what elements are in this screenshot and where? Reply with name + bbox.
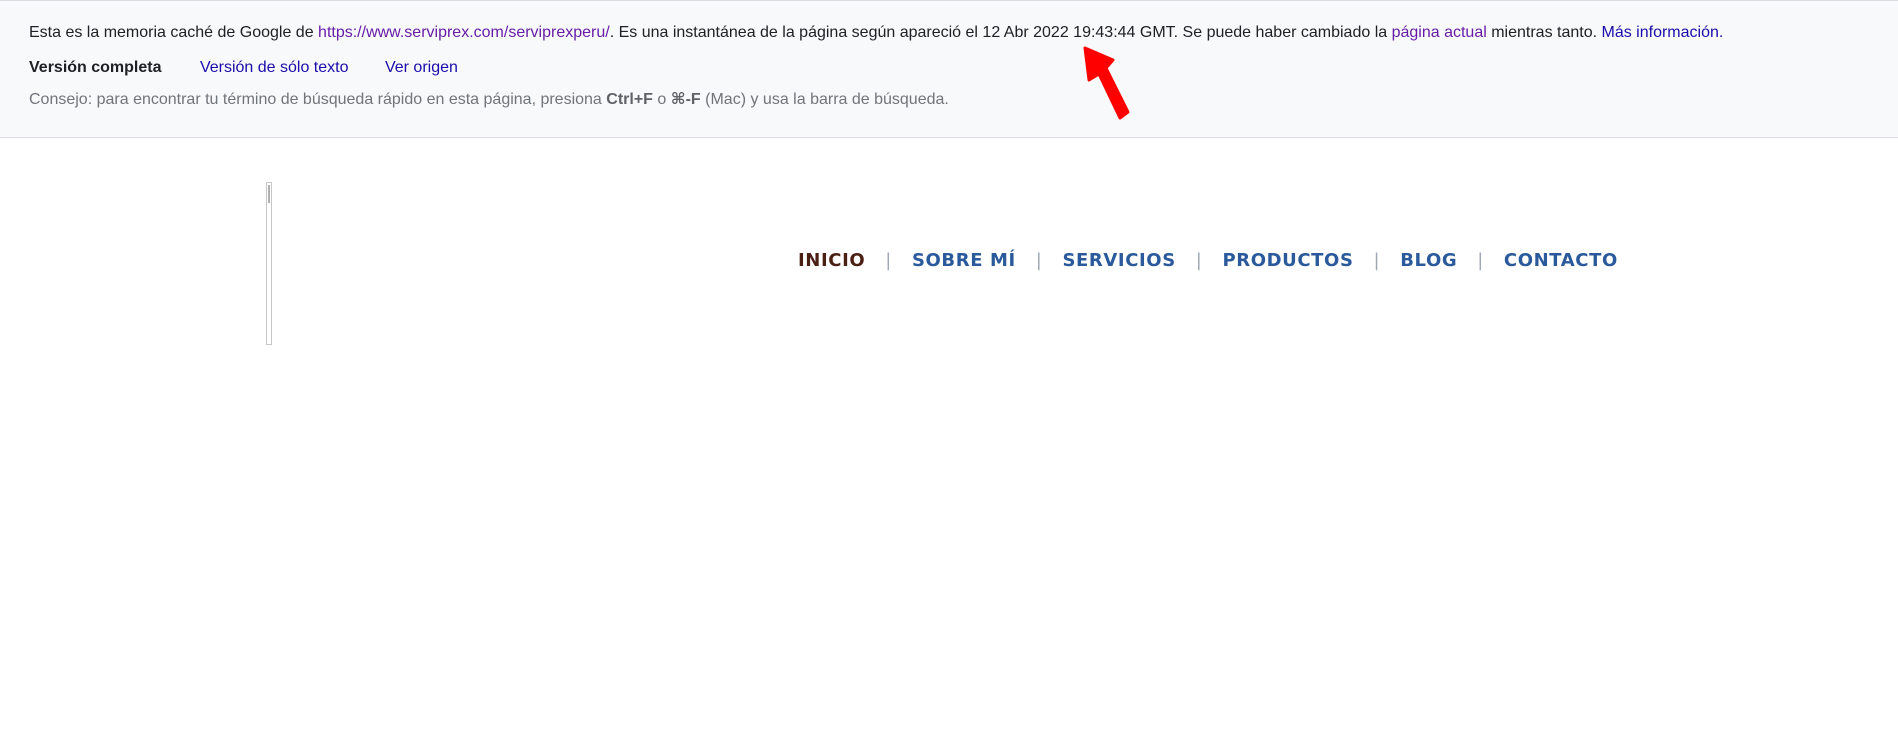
view-source-link[interactable]: Ver origen (385, 59, 458, 77)
version-options: Versión completa Versión de sólo texto V… (29, 59, 490, 77)
nav-contacto[interactable]: CONTACTO (1504, 250, 1618, 271)
nav-separator: | (1035, 250, 1043, 271)
tip-suffix: (Mac) y usa la barra de búsqueda. (700, 91, 949, 108)
embedded-frame-placeholder (266, 182, 272, 345)
tip-prefix: Consejo: para encontrar tu término de bú… (29, 91, 607, 108)
nav-separator: | (885, 250, 892, 271)
more-info-link[interactable]: Más información. (1602, 24, 1724, 41)
cmd-f-shortcut: ⌘-F (670, 91, 701, 108)
text-only-version-link[interactable]: Versión de sólo texto (200, 59, 349, 77)
frame-scroll-thumb (268, 185, 270, 203)
tip-or: o (652, 91, 671, 108)
full-version-label: Versión completa (29, 59, 162, 76)
site-main-nav: INICIO | SOBRE MÍ | SERVICIOS | PRODUCTO… (798, 250, 1618, 271)
search-tip: Consejo: para encontrar tu término de bú… (29, 89, 949, 109)
cache-notice: Esta es la memoria caché de Google de ht… (29, 24, 1723, 42)
current-page-link[interactable]: página actual (1392, 24, 1487, 41)
nav-separator: | (1373, 250, 1381, 271)
nav-separator: | (1195, 250, 1203, 271)
red-pointer-arrow-icon (1083, 46, 1130, 120)
nav-blog[interactable]: BLOG (1400, 250, 1457, 271)
nav-productos[interactable]: PRODUCTOS (1222, 250, 1353, 271)
meanwhile-text: mientras tanto. (1486, 24, 1602, 41)
google-cache-banner: Esta es la memoria caché de Google de ht… (0, 0, 1898, 138)
cached-url-link[interactable]: https://www.serviprex.com/serviprexperu/ (318, 24, 610, 41)
ctrl-f-shortcut: Ctrl+F (606, 91, 653, 108)
nav-inicio[interactable]: INICIO (798, 250, 865, 271)
cache-intro-text: Esta es la memoria caché de Google de (29, 24, 319, 41)
nav-separator: | (1477, 250, 1484, 271)
snapshot-info-text: . Es una instantánea de la página según … (609, 24, 1392, 41)
nav-servicios[interactable]: SERVICIOS (1062, 250, 1175, 271)
nav-sobre-mi[interactable]: SOBRE MÍ (912, 250, 1016, 271)
